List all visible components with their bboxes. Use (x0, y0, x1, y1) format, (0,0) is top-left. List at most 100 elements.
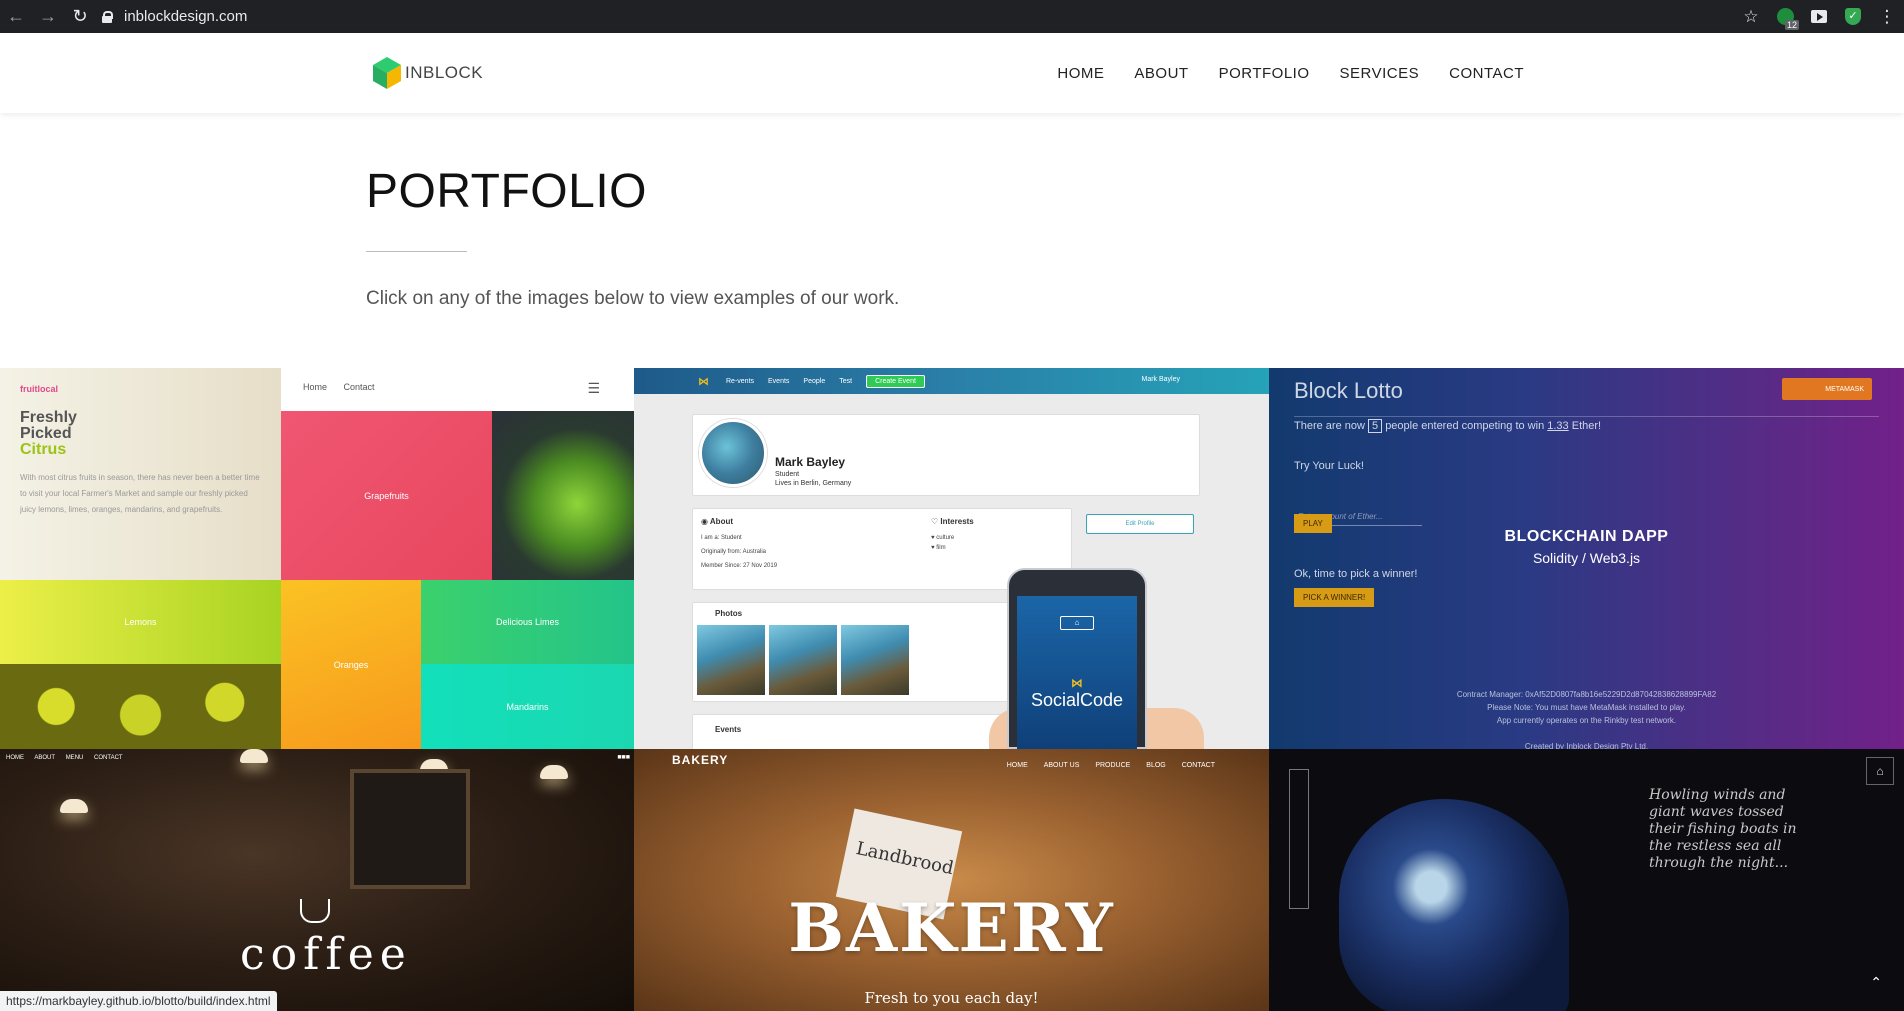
logo-text: INBLOCK (405, 63, 484, 82)
address-bar[interactable]: inblockdesign.com (102, 0, 247, 33)
social-nav-test: Test (839, 377, 853, 385)
socialcode-logo-icon: ⋈ (1071, 676, 1083, 690)
social-create-event: Create Event (866, 374, 925, 388)
lotto-note: Please Note: You must have MetaMask inst… (1487, 703, 1686, 712)
social-profile-name: Mark Bayley (775, 455, 846, 469)
portfolio-tile-coffee[interactable]: HOME ABOUT MENU CONTACT ■■■ coffee https… (0, 749, 634, 1011)
lotto-divider (1294, 416, 1879, 417)
social-nav-events: Events (768, 377, 790, 385)
portfolio-tile-wave[interactable]: Howling winds and giant waves tossed the… (1269, 749, 1904, 1011)
social-about-heading: ◉ About (701, 517, 734, 526)
browser-menu-icon[interactable]: ⋮ (1870, 0, 1904, 33)
bakery-wordmark: BAKERY (788, 889, 1115, 967)
coffee-nav-item: HOME (6, 755, 24, 761)
fruit-headline-1: Freshly (20, 409, 77, 426)
nav-services[interactable]: SERVICES (1340, 65, 1420, 82)
social-photo (769, 625, 837, 695)
cell-oranges: Oranges (281, 580, 421, 749)
cell-mandarins: Mandarins (421, 664, 634, 749)
social-photo (841, 625, 909, 695)
fruit-headline-2: Picked (20, 425, 72, 442)
social-interests-heading: ♡ Interests (931, 517, 974, 526)
home-icon: ⌂ (1060, 616, 1094, 630)
extension-play-icon[interactable] (1802, 0, 1836, 33)
extension-shield-icon[interactable]: ✓ (1836, 0, 1870, 33)
lemons-label: Lemons (0, 580, 281, 664)
social-profile-location: Lives in Berlin, Germany (775, 480, 852, 487)
avatar (699, 419, 767, 487)
social-profile-meta: Student Lives in Berlin, Germany (775, 470, 851, 488)
social-interest-item: ♥ culture (931, 535, 955, 541)
social-events-heading: Events (715, 725, 742, 734)
lotto-contract: Contract Manager: 0xAf52D0807fa8b16e5229… (1456, 690, 1717, 699)
nav-home[interactable]: HOME (1057, 65, 1104, 82)
fruit-body: With most citrus fruits in season, there… (20, 473, 260, 514)
fruit-brand: fruitlocal (20, 384, 59, 394)
home-icon: ⌂ (1866, 757, 1894, 785)
cell-lemons: Lemons (0, 580, 281, 749)
cube-logo-icon (373, 57, 401, 89)
browser-toolbar: ← → ↻ inblockdesign.com ☆ 12 ✓ ⋮ (0, 0, 1904, 33)
social-photo (697, 625, 765, 695)
bookmark-star-icon[interactable]: ☆ (1734, 0, 1768, 33)
social-about-row: Originally from: Australia (701, 549, 767, 555)
cell-grapefruits: Grapefruits (281, 411, 492, 580)
nav-about[interactable]: ABOUT (1134, 65, 1188, 82)
social-profile-role: Student (775, 471, 800, 478)
phone-screen: ⌂ ⋈ SocialCode (1017, 596, 1137, 749)
back-icon[interactable]: ← (0, 0, 32, 33)
page-title: PORTFOLIO (366, 165, 647, 218)
social-interest-item: ♥ film (931, 545, 946, 551)
portfolio-tile-blocklotto[interactable]: Block Lotto METAMASK There are now 5 peo… (1269, 368, 1904, 749)
bakery-nav: HOME ABOUT US PRODUCE BLOG CONTACT (993, 762, 1215, 769)
lotto-network: App currently operates on the Rinkby tes… (1496, 716, 1677, 725)
lotto-credit: Created by Inblock Design Pty Ltd. (1524, 742, 1649, 749)
fruit-nav: Home Contact ☰ (281, 368, 634, 411)
coffee-wordmark: coffee (240, 929, 412, 980)
coffee-nav: HOME ABOUT MENU CONTACT (6, 755, 132, 761)
fruit-hero: fruitlocal Freshly Picked Citrus With mo… (0, 368, 281, 580)
fruit-nav-contact: Contact (343, 382, 375, 392)
phone-image: ⌂ ⋈ SocialCode (1007, 568, 1147, 749)
social-nav-people: People (803, 377, 826, 385)
portfolio-grid: fruitlocal Freshly Picked Citrus With mo… (0, 368, 1904, 1011)
lotto-pick-winner-button: PICK A WINNER! (1294, 588, 1375, 607)
lamp-image (60, 799, 88, 813)
lock-icon (102, 10, 113, 23)
nav-contact[interactable]: CONTACT (1449, 65, 1524, 82)
bakery-nav-item: HOME (1006, 762, 1028, 769)
coffee-nav-item: CONTACT (94, 755, 123, 761)
lotto-entries-text: There are now 5 people entered competing… (1294, 419, 1602, 433)
portfolio-tile-socialcode[interactable]: ⋈ Re-vents Events People Test Create Eve… (634, 368, 1269, 749)
site-logo[interactable]: INBLOCK (371, 55, 483, 91)
fruit-nav-home: Home (303, 382, 328, 392)
nav-portfolio[interactable]: PORTFOLIO (1219, 65, 1310, 82)
social-edit-profile: Edit Profile (1086, 514, 1194, 534)
main-nav: HOME ABOUT PORTFOLIO SERVICES CONTACT (1027, 33, 1524, 113)
metamask-badge: METAMASK (1782, 378, 1872, 400)
lotto-footer: Contract Manager: 0xAf52D0807fa8b16e5229… (1269, 688, 1904, 749)
lotto-overlay: BLOCKCHAIN DAPP Solidity / Web3.js (1269, 528, 1904, 566)
social-profile-card: Mark Bayley Student Lives in Berlin, Ger… (692, 414, 1200, 496)
back-to-top-icon[interactable]: ⌃ (1870, 974, 1882, 991)
fruit-headline-3: Citrus (20, 441, 67, 458)
wave-quote: Howling winds and giant waves tossed the… (1649, 787, 1797, 871)
forward-icon[interactable]: → (32, 0, 64, 33)
url-text: inblockdesign.com (124, 8, 248, 25)
lotto-title: Block Lotto (1294, 378, 1403, 403)
social-photos-heading: Photos (715, 609, 743, 618)
lotto-overlay-title: BLOCKCHAIN DAPP (1504, 528, 1669, 545)
reload-icon[interactable]: ↻ (64, 0, 96, 33)
title-divider (366, 251, 467, 252)
bakery-nav-item: CONTACT (1181, 762, 1215, 769)
social-about-row: I am a: Student (701, 535, 742, 541)
bakery-logo: BAKERY (672, 753, 729, 767)
extension-green-icon[interactable]: 12 (1768, 0, 1802, 33)
coffee-nav-item: MENU (65, 755, 84, 761)
social-about-row: Member Since: 27 Nov 2019 (701, 563, 778, 569)
great-wave-image (1339, 799, 1569, 1011)
portfolio-tile-bakery[interactable]: BAKERY HOME ABOUT US PRODUCE BLOG CONTAC… (634, 749, 1269, 1011)
lemons-image (0, 664, 281, 749)
portfolio-tile-fruitlocal[interactable]: fruitlocal Freshly Picked Citrus With mo… (0, 368, 634, 749)
lotto-try-luck: Try Your Luck! (1294, 460, 1364, 472)
